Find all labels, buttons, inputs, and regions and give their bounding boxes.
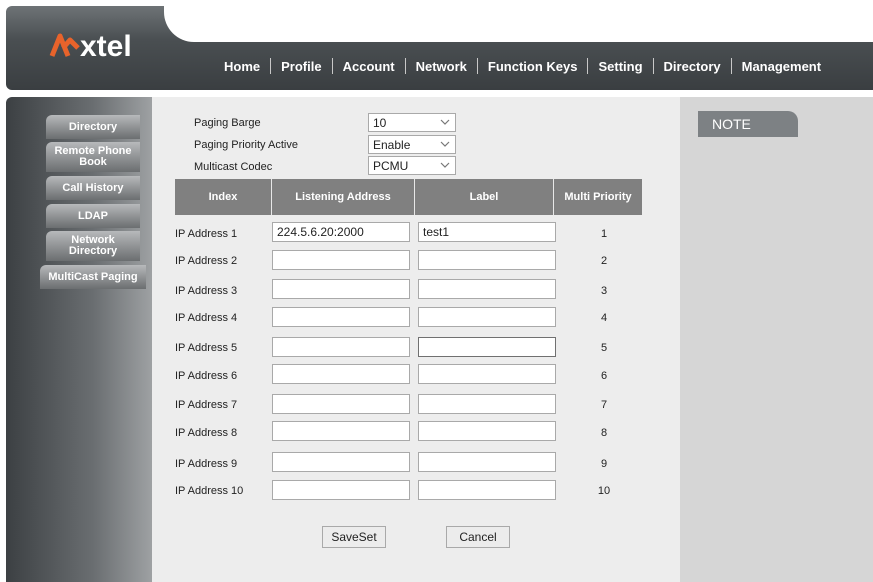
nav-account[interactable]: Account [333, 59, 405, 74]
nav-home[interactable]: Home [214, 59, 270, 74]
chevron-down-icon [440, 119, 450, 125]
listening-address-input[interactable]: 224.5.6.20:2000 [272, 222, 410, 242]
label-input[interactable] [418, 250, 556, 270]
column-header-multi-priority: Multi Priority [554, 179, 642, 215]
label-input[interactable] [418, 452, 556, 472]
paging-priority-active-label: Paging Priority Active [194, 139, 298, 151]
nav-directory[interactable]: Directory [654, 59, 731, 74]
listening-address-input[interactable] [272, 364, 410, 384]
listening-address-input[interactable] [272, 307, 410, 327]
label-input[interactable] [418, 421, 556, 441]
label-input[interactable] [418, 337, 556, 357]
nav-profile[interactable]: Profile [271, 59, 331, 74]
listening-address-input[interactable] [272, 279, 410, 299]
row-index: IP Address 4 [175, 312, 238, 324]
column-header-index: Index [175, 179, 271, 215]
saveset-button[interactable]: SaveSet [322, 526, 386, 548]
listening-address-input[interactable] [272, 421, 410, 441]
row-index: IP Address 7 [175, 399, 238, 411]
row-priority: 4 [600, 312, 608, 324]
listening-address-input[interactable] [272, 337, 410, 357]
label-input[interactable] [418, 364, 556, 384]
row-index: IP Address 1 [175, 228, 238, 240]
sidebar: Directory Remote Phone Book Call History… [6, 97, 152, 582]
row-priority: 6 [600, 370, 608, 382]
row-index: IP Address 9 [175, 458, 238, 470]
label-input[interactable]: test1 [418, 222, 556, 242]
paging-priority-active-value: Enable [373, 137, 411, 152]
row-index: IP Address 2 [175, 255, 238, 267]
sidebar-item-directory[interactable]: Directory [46, 115, 140, 139]
listening-address-input[interactable] [272, 250, 410, 270]
note-panel: NOTE [680, 97, 873, 582]
label-input[interactable] [418, 480, 556, 500]
row-index: IP Address 10 [175, 485, 244, 497]
row-index: IP Address 5 [175, 342, 238, 354]
chevron-down-icon [440, 162, 450, 168]
multicast-codec-label: Multicast Codec [194, 161, 273, 173]
sidebar-item-multicast-paging[interactable]: MultiCast Paging [40, 265, 146, 289]
row-priority: 1 [600, 228, 608, 240]
row-priority: 7 [600, 399, 608, 411]
column-header-label: Label [415, 179, 553, 215]
axtel-logo: xtel [49, 30, 132, 62]
sidebar-item-network-directory[interactable]: Network Directory [46, 231, 140, 261]
main-content: Paging Barge 10 Paging Priority Active E… [152, 97, 680, 582]
label-input[interactable] [418, 394, 556, 414]
label-input[interactable] [418, 279, 556, 299]
nav-function-keys[interactable]: Function Keys [478, 59, 588, 74]
chevron-down-icon [440, 141, 450, 147]
paging-barge-select[interactable]: 10 [368, 113, 456, 132]
header-notch [164, 6, 873, 42]
row-index: IP Address 6 [175, 370, 238, 382]
sidebar-item-remote-phone-book[interactable]: Remote Phone Book [46, 142, 140, 172]
row-priority: 9 [600, 458, 608, 470]
label-input[interactable] [418, 307, 556, 327]
row-priority: 3 [600, 285, 608, 297]
row-priority: 5 [600, 342, 608, 354]
note-title: NOTE [698, 111, 798, 137]
main-nav: Home Profile Account Network Function Ke… [214, 54, 831, 78]
nav-setting[interactable]: Setting [588, 59, 652, 74]
row-priority: 2 [600, 255, 608, 267]
row-index: IP Address 3 [175, 285, 238, 297]
multicast-codec-value: PCMU [373, 158, 409, 173]
listening-address-input[interactable] [272, 394, 410, 414]
row-index: IP Address 8 [175, 427, 238, 439]
nav-management[interactable]: Management [732, 59, 831, 74]
paging-priority-active-select[interactable]: Enable [368, 135, 456, 154]
sidebar-item-call-history[interactable]: Call History [46, 176, 140, 200]
column-header-listening-address: Listening Address [272, 179, 414, 215]
multicast-codec-select[interactable]: PCMU [368, 156, 456, 175]
svg-text:xtel: xtel [80, 30, 132, 62]
row-priority: 10 [597, 485, 611, 497]
row-priority: 8 [600, 427, 608, 439]
sidebar-item-ldap[interactable]: LDAP [46, 204, 140, 228]
cancel-button[interactable]: Cancel [446, 526, 510, 548]
listening-address-input[interactable] [272, 480, 410, 500]
paging-barge-value: 10 [373, 115, 387, 130]
top-header: xtel Home Profile Account Network Functi… [6, 6, 873, 90]
nav-network[interactable]: Network [406, 59, 477, 74]
listening-address-input[interactable] [272, 452, 410, 472]
paging-barge-label: Paging Barge [194, 117, 261, 129]
